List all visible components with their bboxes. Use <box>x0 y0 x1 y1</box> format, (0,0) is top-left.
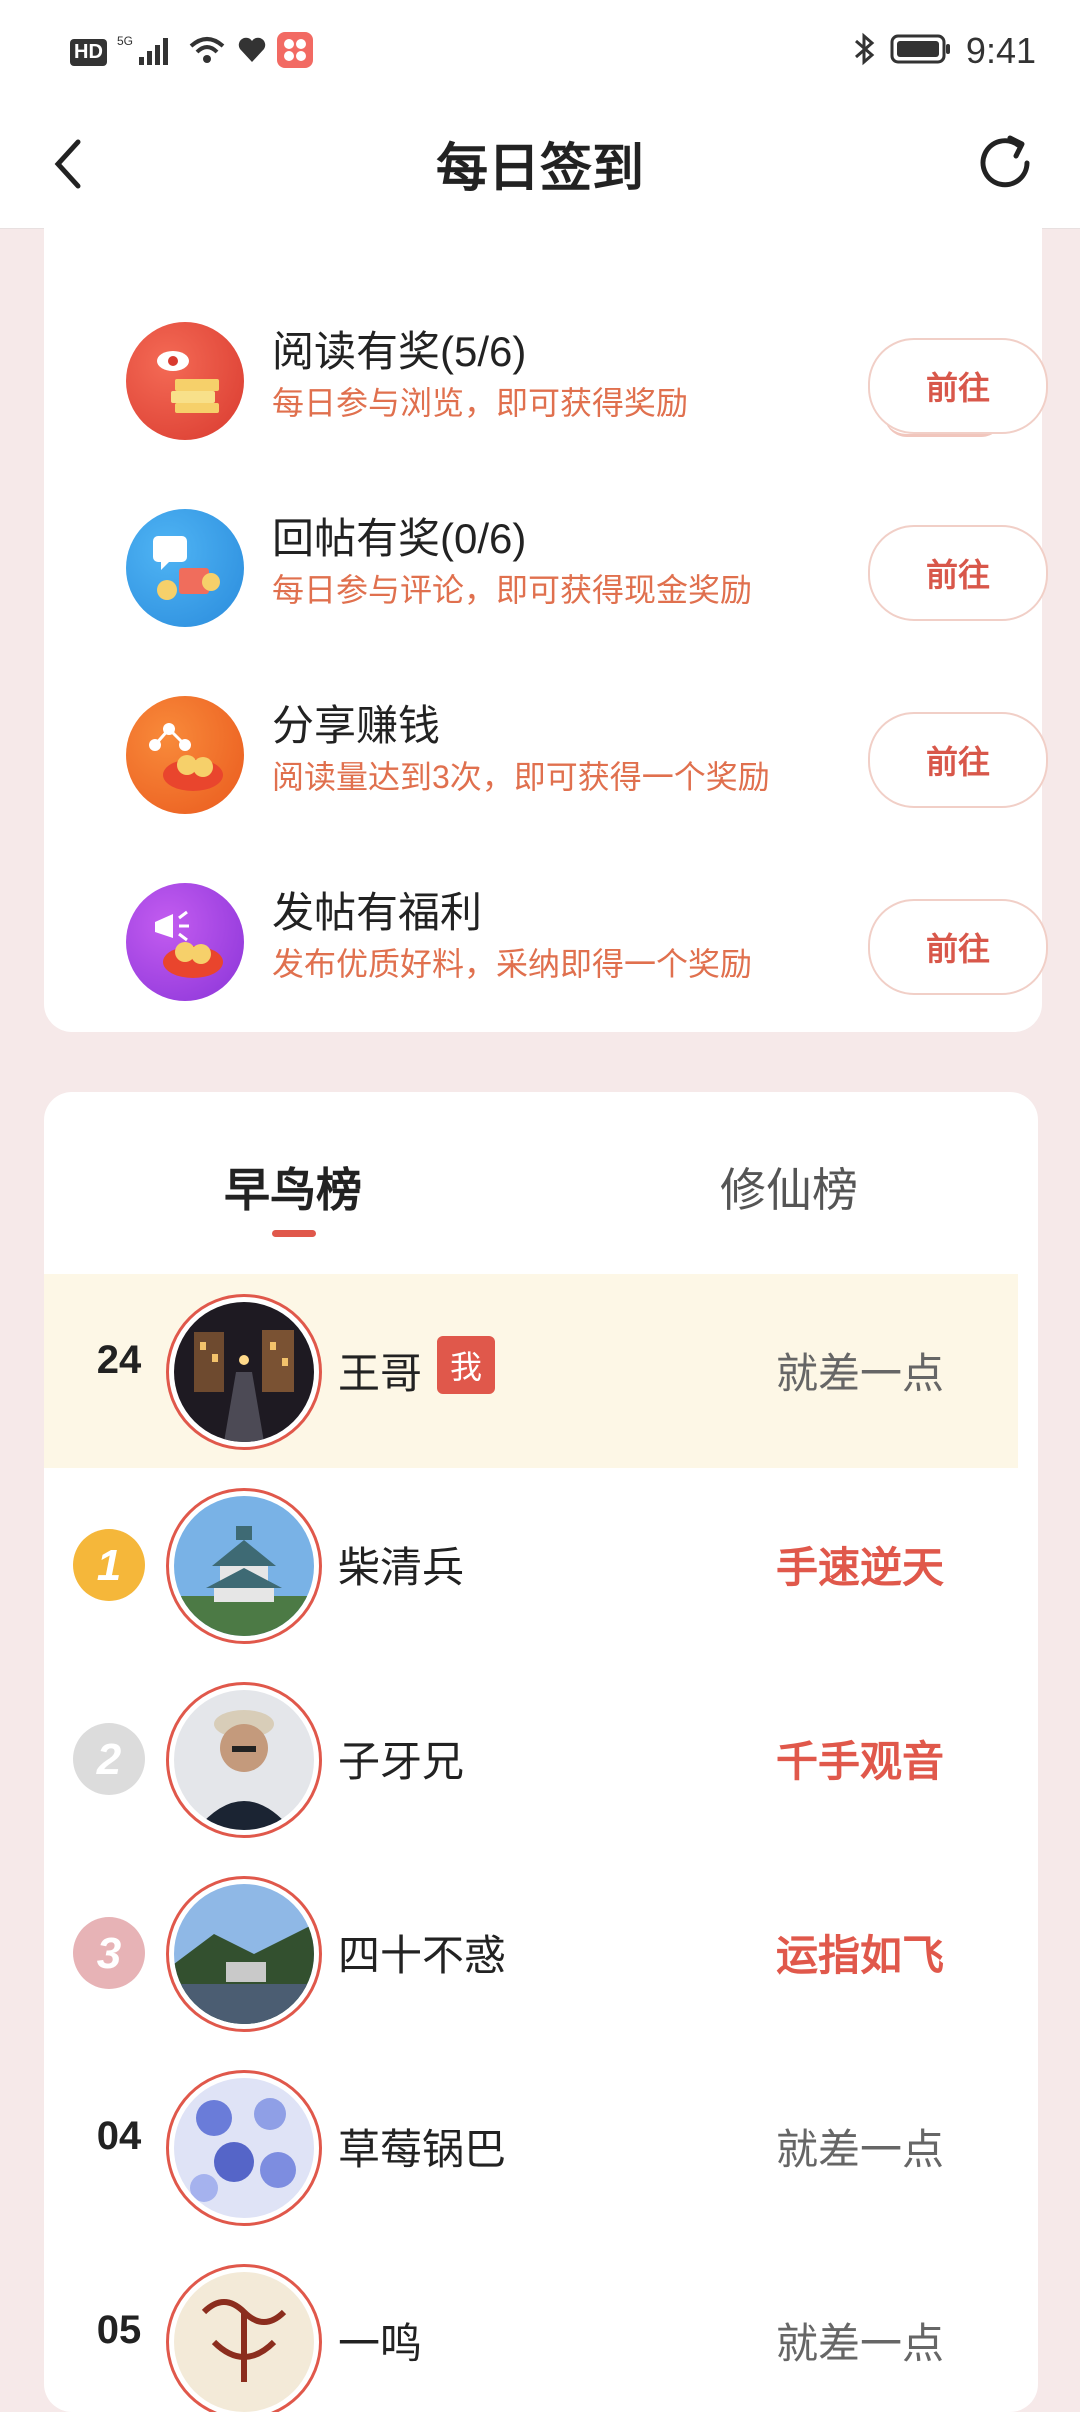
task-card: 阅读有奖(5/6) 每日参与浏览，即可获得奖励 前往 回帖有奖(0/6) 每日参… <box>44 200 1048 1032</box>
rank-status: 运指如飞 <box>775 1932 944 1979</box>
svg-text:1: 1 <box>97 1541 121 1590</box>
svg-text:3: 3 <box>97 1929 121 1978</box>
task-title: 阅读有奖(5/6) <box>272 328 527 375</box>
clock: 9:41 <box>965 30 1036 71</box>
user-name: 王哥 <box>338 1350 423 1397</box>
go-button[interactable]: 前往 <box>868 712 1048 808</box>
rank-number: 24 <box>96 1338 142 1382</box>
task-title: 分享赚钱 <box>272 702 441 749</box>
task-desc: 每日参与浏览，即可获得奖励 <box>272 385 689 421</box>
rank-row[interactable]: 2 子牙兄 千手观音 <box>44 1662 1018 1856</box>
signal-icon: 5G <box>117 33 177 72</box>
page-title: 每日签到 <box>435 140 644 198</box>
avatar <box>166 1488 322 1644</box>
gold-medal-icon: 1 <box>73 1529 145 1601</box>
reply-reward-icon <box>126 509 244 627</box>
wifi-icon <box>187 34 227 71</box>
task-title: 发帖有福利 <box>272 889 483 936</box>
svg-text:2: 2 <box>96 1735 122 1784</box>
share-earn-icon <box>126 696 244 814</box>
heart-icon <box>237 35 267 70</box>
go-button[interactable]: 前往 <box>868 525 1048 621</box>
rank-row[interactable]: 04 草莓锅巴 就差一点 <box>44 2050 1018 2244</box>
svg-text:5G: 5G <box>117 34 133 48</box>
tab-early-bird[interactable]: 早鸟榜 <box>224 1154 362 1220</box>
rank-status: 就差一点 <box>775 2126 944 2173</box>
avatar <box>166 1682 322 1838</box>
my-rank-row[interactable]: 24 王哥 我 就差一点 <box>44 1274 1018 1468</box>
avatar <box>166 1876 322 2032</box>
app-notification-icon <box>276 32 313 73</box>
task-title: 回帖有奖(0/6) <box>272 515 527 562</box>
rank-status: 就差一点 <box>775 1350 944 1397</box>
status-bar: HD 5G 9:41 <box>0 0 1080 100</box>
avatar <box>166 2070 322 2226</box>
status-left: HD 5G <box>70 32 313 73</box>
ranking-tabs: 早鸟榜 修仙榜 <box>44 1092 1038 1272</box>
go-button[interactable]: 前往 <box>868 899 1048 995</box>
read-reward-icon <box>126 322 244 440</box>
go-button[interactable]: 前往 <box>868 338 1048 434</box>
user-name: 柴清兵 <box>338 1544 465 1591</box>
refresh-icon <box>980 135 1030 188</box>
task-item-read: 阅读有奖(5/6) 每日参与浏览，即可获得奖励 前往 <box>126 304 1056 454</box>
avatar <box>166 2264 322 2412</box>
user-name: 一鸣 <box>338 2320 423 2367</box>
task-desc: 每日参与评论，即可获得现金奖励 <box>272 572 753 608</box>
user-name: 四十不惑 <box>338 1932 507 1979</box>
task-desc: 发布优质好料，采纳即得一个奖励 <box>272 946 753 982</box>
tab-indicator <box>272 1230 316 1237</box>
bronze-medal-icon: 3 <box>73 1917 145 1989</box>
status-right: 9:41 <box>852 30 1036 72</box>
task-desc: 阅读量达到3次，即可获得一个奖励 <box>272 759 770 795</box>
rank-number: 04 <box>96 2114 142 2158</box>
task-item-share: 分享赚钱 阅读量达到3次，即可获得一个奖励 前往 <box>126 678 1056 828</box>
avatar <box>166 1294 322 1450</box>
refresh-button[interactable] <box>960 118 1050 208</box>
task-item-reply: 回帖有奖(0/6) 每日参与评论，即可获得现金奖励 前往 <box>126 491 1056 641</box>
task-item-post: 发帖有福利 发布优质好料，采纳即得一个奖励 前往 <box>126 865 1056 1015</box>
rank-status: 就差一点 <box>775 2320 944 2367</box>
rank-row[interactable]: 05 一鸣 就差一点 <box>44 2244 1018 2412</box>
me-badge: 我 <box>437 1336 495 1394</box>
rank-status: 千手观音 <box>775 1738 944 1785</box>
post-welfare-icon <box>126 883 244 1001</box>
rank-status: 手速逆天 <box>775 1544 944 1591</box>
silver-medal-icon: 2 <box>73 1723 145 1795</box>
rank-number: 05 <box>96 2308 142 2352</box>
rank-row[interactable]: 3 四十不惑 运指如飞 <box>44 1856 1018 2050</box>
tab-immortal[interactable]: 修仙榜 <box>720 1154 858 1220</box>
user-name: 子牙兄 <box>338 1738 465 1785</box>
rank-row[interactable]: 1 柴清兵 手速逆天 <box>44 1468 1018 1662</box>
user-name: 草莓锅巴 <box>338 2126 507 2173</box>
battery-icon <box>890 33 952 70</box>
bluetooth-icon <box>852 31 876 72</box>
ranking-card: 早鸟榜 修仙榜 24 王哥 我 就差一点 1 柴清兵 手速逆天 2 子牙兄 千手… <box>44 1092 1038 2412</box>
hd-indicator: HD <box>70 39 107 66</box>
